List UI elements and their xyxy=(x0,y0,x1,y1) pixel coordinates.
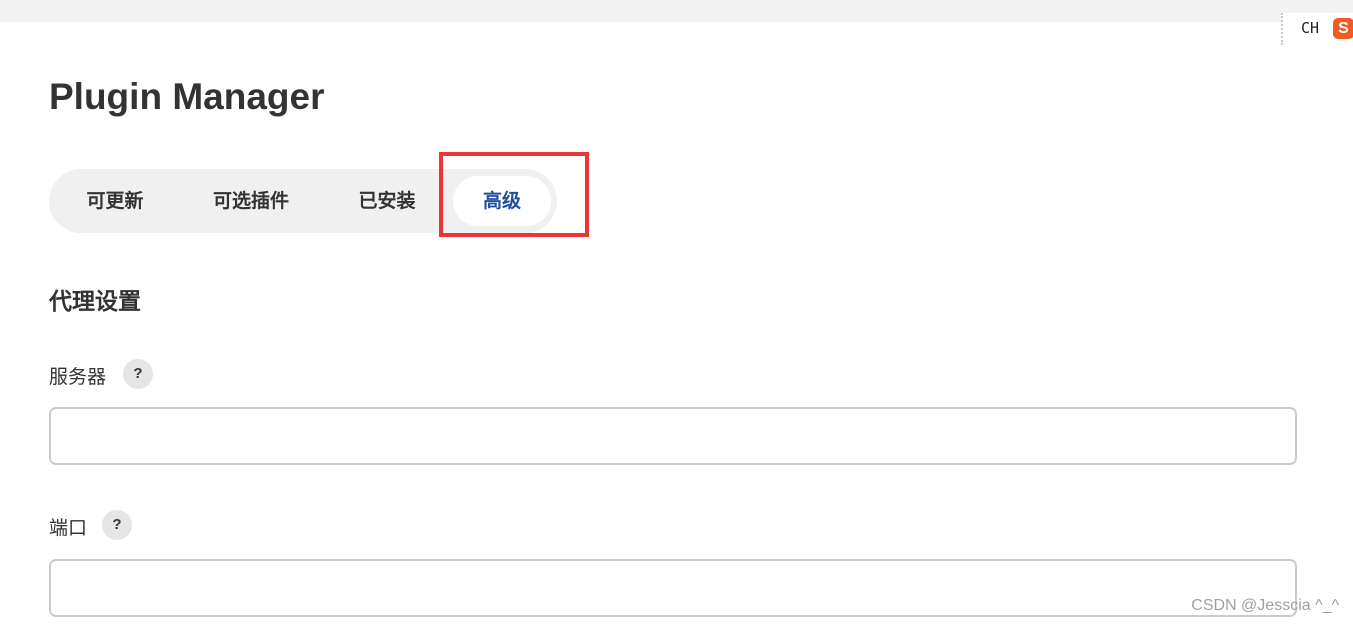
server-help-icon[interactable]: ? xyxy=(123,359,153,389)
ime-indicator[interactable]: CH S xyxy=(1281,13,1353,45)
port-label: 端口 xyxy=(49,517,88,539)
page-title: Plugin Manager xyxy=(49,76,325,117)
server-input[interactable] xyxy=(49,407,1297,465)
tab-installed[interactable]: 已安装 xyxy=(337,176,437,226)
tab-advanced[interactable]: 高级 xyxy=(453,176,551,226)
port-input[interactable] xyxy=(49,559,1297,617)
sogou-ime-icon: S xyxy=(1333,18,1353,39)
ime-language-label: CH xyxy=(1301,19,1320,37)
tab-available-plugins[interactable]: 可选插件 xyxy=(195,176,307,226)
csdn-watermark: CSDN @Jesscia ^_^ xyxy=(1191,597,1339,614)
tab-bar: 可更新 可选插件 已安装 高级 xyxy=(49,169,557,233)
tab-updates[interactable]: 可更新 xyxy=(63,176,167,226)
proxy-settings-heading: 代理设置 xyxy=(49,289,141,315)
server-label: 服务器 xyxy=(49,366,107,388)
port-help-icon[interactable]: ? xyxy=(102,510,132,540)
browser-top-strip xyxy=(0,0,1353,22)
